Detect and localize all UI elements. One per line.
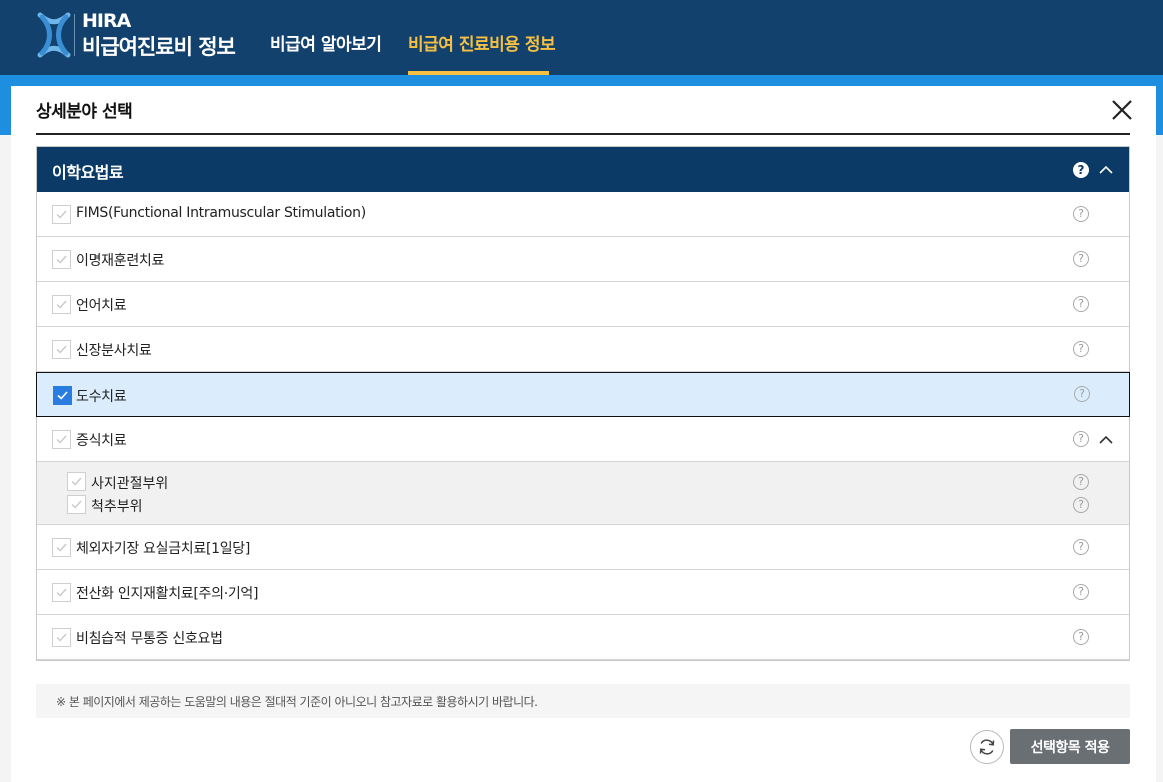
- list-item-expandable[interactable]: 증식치료 ?: [37, 417, 1129, 462]
- checkbox[interactable]: [52, 250, 71, 269]
- category-header[interactable]: 이학요법료 ?: [37, 147, 1129, 192]
- checkbox[interactable]: [52, 295, 71, 314]
- sub-item-label: 척추부위: [91, 499, 143, 515]
- category-panel: 이학요법료 ? FIMS(Functional Intramuscular St…: [36, 146, 1130, 661]
- category-title: 이학요법료: [52, 163, 124, 182]
- chevron-up-icon[interactable]: [1099, 163, 1113, 177]
- item-label: 신장분사치료: [76, 343, 152, 359]
- brand-title[interactable]: 비급여진료비 정보: [82, 31, 236, 61]
- checkbox[interactable]: [52, 430, 71, 449]
- help-icon[interactable]: ?: [1073, 431, 1089, 447]
- reset-icon[interactable]: [970, 730, 1004, 764]
- sub-list-item[interactable]: 사지관절부위 ?: [67, 472, 1129, 492]
- checkbox[interactable]: [52, 340, 71, 359]
- sub-item-list: 사지관절부위 ? 척추부위 ?: [37, 462, 1129, 525]
- nav-item-about[interactable]: 비급여 알아보기: [270, 30, 382, 55]
- item-label: FIMS(Functional Intramuscular Stimulatio…: [76, 205, 366, 221]
- help-icon[interactable]: ?: [1073, 162, 1089, 178]
- help-icon[interactable]: ?: [1073, 539, 1089, 555]
- nav-item-cost-info[interactable]: 비급여 진료비용 정보: [408, 30, 556, 55]
- list-item[interactable]: 비침습적 무통증 신호요법 ?: [37, 615, 1129, 660]
- help-icon[interactable]: ?: [1073, 497, 1089, 513]
- checkbox[interactable]: [52, 538, 71, 557]
- list-item-selected[interactable]: 도수치료 ?: [36, 372, 1130, 417]
- checkbox[interactable]: [67, 472, 86, 491]
- list-item[interactable]: 체외자기장 요실금치료[1일당] ?: [37, 525, 1129, 570]
- item-label: 언어치료: [76, 298, 127, 314]
- nav-active-indicator: [408, 71, 549, 75]
- item-label: 비침습적 무통증 신호요법: [76, 631, 223, 647]
- checkbox-checked[interactable]: [53, 386, 72, 405]
- item-label: 도수치료: [76, 389, 127, 405]
- list-item[interactable]: 전산화 인지재활치료[주의·기억] ?: [37, 570, 1129, 615]
- title-divider: [36, 133, 1130, 135]
- item-label: 전산화 인지재활치료[주의·기억]: [76, 586, 259, 602]
- help-icon[interactable]: ?: [1073, 206, 1089, 222]
- checkbox[interactable]: [67, 495, 86, 514]
- notice-text: ※ 본 페이지에서 제공하는 도움말의 내용은 절대적 기준이 아니오니 참고자…: [56, 695, 538, 709]
- help-icon[interactable]: ?: [1073, 584, 1089, 600]
- checkbox[interactable]: [52, 205, 71, 224]
- help-icon[interactable]: ?: [1074, 386, 1090, 402]
- sub-item-label: 사지관절부위: [91, 476, 169, 492]
- help-notice: ※ 본 페이지에서 제공하는 도움말의 내용은 절대적 기준이 아니오니 참고자…: [36, 684, 1130, 718]
- help-icon[interactable]: ?: [1073, 251, 1089, 267]
- sub-list-item[interactable]: 척추부위 ?: [67, 495, 1129, 515]
- list-item[interactable]: 언어치료 ?: [37, 282, 1129, 327]
- brand-abbrev: HIRA: [82, 10, 131, 32]
- help-icon[interactable]: ?: [1073, 296, 1089, 312]
- item-label: 체외자기장 요실금치료[1일당]: [76, 541, 251, 557]
- logo-divider: [74, 14, 75, 56]
- checkbox[interactable]: [52, 583, 71, 602]
- help-icon[interactable]: ?: [1073, 474, 1089, 490]
- hira-logo-icon[interactable]: [36, 12, 72, 58]
- close-icon[interactable]: [1110, 98, 1134, 122]
- help-icon[interactable]: ?: [1073, 629, 1089, 645]
- list-item[interactable]: FIMS(Functional Intramuscular Stimulatio…: [37, 192, 1129, 237]
- item-label: 증식치료: [76, 433, 127, 449]
- list-item[interactable]: 이명재훈련치료 ?: [37, 237, 1129, 282]
- apply-selection-button[interactable]: 선택항목 적용: [1010, 729, 1130, 764]
- help-icon[interactable]: ?: [1073, 341, 1089, 357]
- list-item[interactable]: 신장분사치료 ?: [37, 327, 1129, 372]
- modal-title: 상세분야 선택: [36, 102, 133, 122]
- chevron-up-icon[interactable]: [1099, 433, 1113, 447]
- item-label: 이명재훈련치료: [76, 253, 165, 269]
- checkbox[interactable]: [52, 628, 71, 647]
